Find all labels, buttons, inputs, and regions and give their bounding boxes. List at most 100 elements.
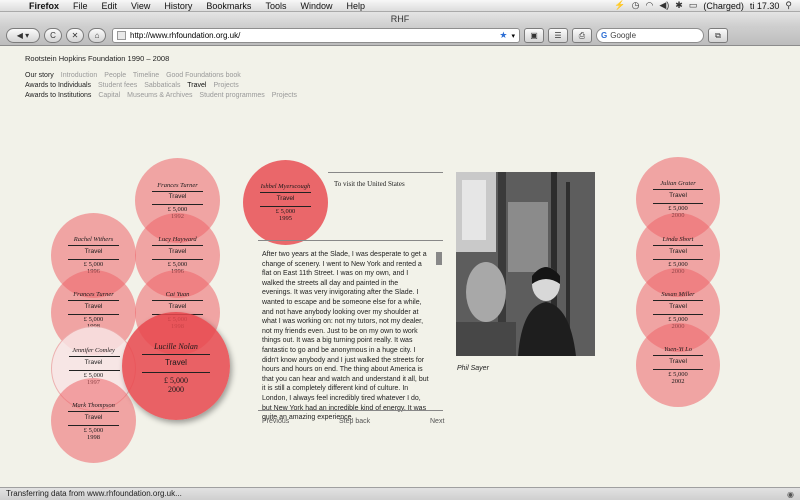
menu-bar: Firefox File Edit View History Bookmarks… bbox=[0, 0, 800, 12]
print-icon[interactable]: ⎙ bbox=[572, 28, 592, 43]
home-button[interactable]: ⌂ bbox=[88, 28, 106, 43]
award-amount: £ 5,000 bbox=[83, 316, 104, 323]
search-placeholder: Google bbox=[610, 31, 637, 40]
photo-caption: Phil Sayer bbox=[457, 365, 489, 372]
award-type: Travel bbox=[168, 248, 187, 255]
window-resize-icon[interactable]: ⧉ bbox=[708, 28, 728, 43]
nav-sabbaticals[interactable]: Sabbaticals bbox=[144, 82, 180, 89]
divider bbox=[152, 300, 203, 301]
menu-tools[interactable]: Tools bbox=[258, 0, 293, 12]
nav-awards-to-individuals[interactable]: Awards to Individuals bbox=[25, 82, 91, 89]
award-amount: £ 5,000 bbox=[167, 206, 188, 213]
reload-button[interactable]: C bbox=[44, 28, 62, 43]
status-bar: Transferring data from www.rhfoundation.… bbox=[0, 487, 800, 500]
tools-icon[interactable]: ☰ bbox=[548, 28, 568, 43]
award-year: 2000 bbox=[168, 385, 184, 394]
divider bbox=[653, 203, 703, 204]
menu-window[interactable]: Window bbox=[293, 0, 339, 12]
screenshot-icon[interactable]: ▣ bbox=[524, 28, 544, 43]
nav-student-fees[interactable]: Student fees bbox=[98, 82, 137, 89]
nav-introduction[interactable]: Introduction bbox=[61, 72, 98, 79]
award-circle-lucille-nolan[interactable]: Lucille Nolan Travel £ 5,000 2000 bbox=[122, 312, 230, 420]
divider bbox=[68, 314, 119, 315]
award-year: 2002 bbox=[671, 378, 685, 385]
divider bbox=[68, 245, 119, 246]
nav-projects-institutions[interactable]: Projects bbox=[272, 92, 297, 99]
url-dropdown-icon[interactable]: ▾ bbox=[511, 32, 515, 40]
address-bar[interactable]: http://www.rhfoundation.org.uk/ ★ ▾ bbox=[112, 28, 520, 43]
story-scrollbar[interactable] bbox=[436, 252, 442, 265]
next-link[interactable]: Next bbox=[430, 418, 444, 425]
nav-awards-to-institutions[interactable]: Awards to Institutions bbox=[25, 92, 91, 99]
divider bbox=[152, 191, 203, 192]
menu-app[interactable]: Firefox bbox=[22, 0, 66, 12]
award-circle-yuen-yi-lo[interactable]: Yuen-Yi Lo Travel £ 5,000 2002 bbox=[636, 323, 720, 407]
award-name: Frances Turner bbox=[157, 182, 198, 189]
divider bbox=[653, 300, 703, 301]
award-name: Lucy Hayward bbox=[158, 236, 197, 243]
nav-projects-individuals[interactable]: Projects bbox=[213, 82, 238, 89]
story-bottom-rule bbox=[258, 410, 443, 411]
award-type: Travel bbox=[84, 414, 103, 421]
status-text: Transferring data from www.rhfoundation.… bbox=[6, 489, 182, 498]
wifi-icon[interactable]: ◠ bbox=[646, 0, 654, 11]
battery-status: (Charged) bbox=[703, 0, 744, 11]
previous-link[interactable]: Previous bbox=[262, 418, 289, 425]
clock-status-icon[interactable]: ◷ bbox=[632, 0, 640, 11]
divider bbox=[152, 204, 203, 205]
nav-capital[interactable]: Capital bbox=[98, 92, 120, 99]
award-amount: £ 5,000 bbox=[167, 261, 188, 268]
award-type: Travel bbox=[669, 192, 687, 199]
nav-people[interactable]: People bbox=[104, 72, 126, 79]
divider bbox=[152, 245, 203, 246]
stop-button[interactable]: ✕ bbox=[66, 28, 84, 43]
award-type: Travel bbox=[84, 248, 103, 255]
menu-file[interactable]: File bbox=[66, 0, 95, 12]
nav-timeline[interactable]: Timeline bbox=[133, 72, 159, 79]
back-forward-button[interactable]: ◀ ▾ bbox=[6, 28, 40, 43]
status-menu-icon[interactable]: ⚡ bbox=[614, 0, 625, 11]
step-back-link[interactable]: Step back bbox=[339, 418, 370, 425]
artist-photo-image bbox=[456, 172, 595, 356]
nav-travel[interactable]: Travel bbox=[187, 82, 206, 89]
spotlight-search-icon[interactable]: ⚲ bbox=[785, 0, 792, 11]
award-name: Cai Yuan bbox=[165, 291, 190, 298]
divider bbox=[69, 356, 120, 357]
divider bbox=[142, 372, 210, 373]
menu-edit[interactable]: Edit bbox=[95, 0, 125, 12]
award-amount: £ 5,000 bbox=[668, 371, 688, 378]
volume-icon[interactable]: ◀) bbox=[659, 0, 669, 11]
firefox-status-icon[interactable]: ◉ bbox=[787, 489, 794, 500]
nav-museums-archives[interactable]: Museums & Archives bbox=[127, 92, 192, 99]
award-type: Travel bbox=[669, 303, 687, 310]
menu-help[interactable]: Help bbox=[339, 0, 372, 12]
award-year: 1995 bbox=[279, 215, 292, 222]
google-icon[interactable]: G bbox=[601, 31, 607, 40]
story-divider bbox=[258, 240, 443, 241]
divider bbox=[68, 259, 119, 260]
nav-row-our-story: Our story Introduction People Timeline G… bbox=[25, 72, 246, 79]
battery-icon[interactable]: ▭ bbox=[689, 0, 698, 11]
menu-history[interactable]: History bbox=[157, 0, 199, 12]
url-text[interactable]: http://www.rhfoundation.org.uk/ bbox=[130, 31, 495, 40]
award-type: Travel bbox=[84, 303, 103, 310]
menu-view[interactable]: View bbox=[124, 0, 157, 12]
menu-bookmarks[interactable]: Bookmarks bbox=[199, 0, 258, 12]
nav-row-institutions: Awards to Institutions Capital Museums &… bbox=[25, 92, 302, 99]
divider bbox=[68, 411, 119, 412]
award-name: Rachel Withers bbox=[73, 236, 114, 243]
divider bbox=[68, 300, 119, 301]
bookmark-star-icon[interactable]: ★ bbox=[499, 30, 507, 41]
divider bbox=[69, 370, 120, 371]
search-input[interactable]: G Google bbox=[596, 28, 704, 43]
nav-student-programmes[interactable]: Student programmes bbox=[199, 92, 264, 99]
award-circle-ishbel-myerscough[interactable]: Ishbel Myerscough Travel £ 5,000 1995 bbox=[243, 160, 328, 245]
nav-our-story[interactable]: Our story bbox=[25, 72, 54, 79]
bluetooth-icon[interactable]: ✱ bbox=[675, 0, 683, 11]
story-top-rule bbox=[328, 172, 443, 173]
award-type: Travel bbox=[276, 195, 295, 202]
menu-clock[interactable]: ti 17.30 bbox=[750, 1, 780, 11]
divider bbox=[653, 189, 703, 190]
nav-good-foundations-book[interactable]: Good Foundations book bbox=[166, 72, 241, 79]
divider bbox=[142, 354, 210, 355]
